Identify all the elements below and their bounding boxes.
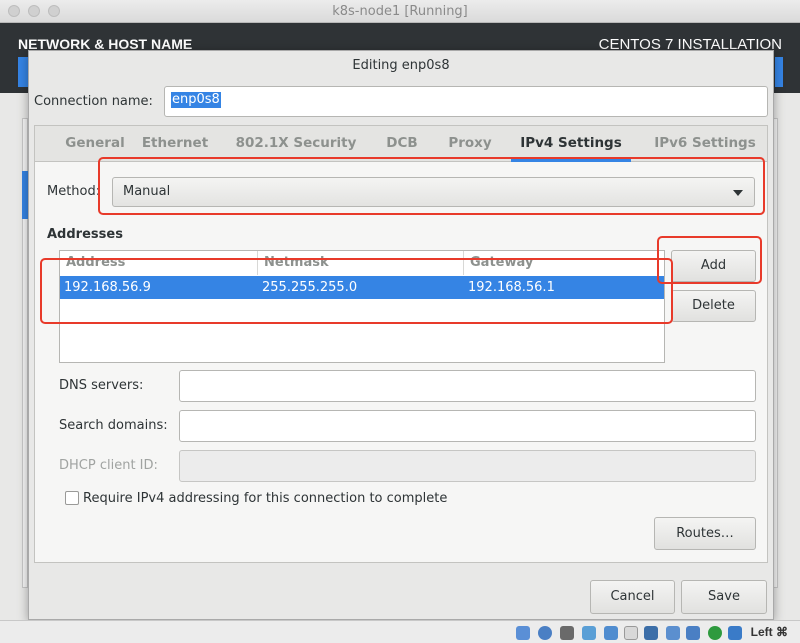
tab-proxy[interactable]: Proxy xyxy=(441,126,499,162)
dns-servers-input[interactable] xyxy=(179,370,756,402)
connection-name-input[interactable]: enp0s8 xyxy=(164,86,768,117)
column-header-gateway[interactable]: Gateway xyxy=(464,251,664,275)
cancel-button[interactable]: Cancel xyxy=(590,580,675,614)
virtualization-icon[interactable] xyxy=(686,626,700,640)
shared-folders-icon[interactable] xyxy=(624,626,638,640)
host-key-label: Left ⌘ xyxy=(750,625,788,639)
add-address-button[interactable]: Add xyxy=(671,250,756,282)
require-ipv4-checkbox[interactable] xyxy=(65,491,79,505)
installer-accent-partial xyxy=(775,57,783,87)
hard-disk-icon[interactable] xyxy=(516,626,530,640)
window-title: k8s-node1 [Running] xyxy=(332,4,468,19)
search-domains-label: Search domains: xyxy=(59,418,168,433)
search-domains-input[interactable] xyxy=(179,410,756,442)
tab-bar: General Ethernet 802.1X Security DCB Pro… xyxy=(35,126,767,162)
vm-status-bar: Left ⌘ xyxy=(0,620,800,643)
window-titlebar: k8s-node1 [Running] xyxy=(0,0,800,23)
video-capture-icon[interactable] xyxy=(666,626,680,640)
column-header-netmask[interactable]: Netmask xyxy=(258,251,464,275)
connection-name-value: enp0s8 xyxy=(171,92,221,108)
chevron-down-icon xyxy=(733,190,743,196)
addresses-heading: Addresses xyxy=(47,227,123,242)
tab-ipv4-settings[interactable]: IPv4 Settings xyxy=(511,126,631,162)
address-cell[interactable]: 192.168.56.9 xyxy=(60,276,151,299)
netmask-cell[interactable]: 255.255.255.0 xyxy=(258,276,357,299)
method-value: Manual xyxy=(123,184,171,199)
delete-address-button[interactable]: Delete xyxy=(671,290,756,322)
display-icon[interactable] xyxy=(644,626,658,640)
tab-dcb[interactable]: DCB xyxy=(378,126,426,162)
connection-name-label: Connection name: xyxy=(34,94,153,109)
dhcp-client-id-label: DHCP client ID: xyxy=(59,458,158,473)
dialog-title: Editing enp0s8 xyxy=(352,58,450,73)
dns-servers-label: DNS servers: xyxy=(59,378,144,393)
method-dropdown[interactable]: Manual xyxy=(112,177,755,207)
settings-notebook: General Ethernet 802.1X Security DCB Pro… xyxy=(34,125,768,563)
dhcp-client-id-input xyxy=(179,450,756,482)
gateway-cell[interactable]: 192.168.56.1 xyxy=(464,276,555,299)
edit-connection-dialog: Editing enp0s8 Connection name: enp0s8 G… xyxy=(28,50,774,620)
require-ipv4-label[interactable]: Require IPv4 addressing for this connect… xyxy=(83,491,447,506)
tab-ipv6-settings[interactable]: IPv6 Settings xyxy=(645,126,765,162)
optical-drive-icon[interactable] xyxy=(538,626,552,640)
routes-button[interactable]: Routes… xyxy=(654,517,756,550)
usb-icon[interactable] xyxy=(604,626,618,640)
column-header-address[interactable]: Address xyxy=(60,251,258,275)
tab-general[interactable]: General xyxy=(49,126,141,162)
audio-icon[interactable] xyxy=(560,626,574,640)
table-row[interactable]: 192.168.56.9 255.255.255.0 192.168.56.1 xyxy=(60,276,664,299)
addresses-table[interactable]: Address Netmask Gateway 192.168.56.9 255… xyxy=(59,250,665,363)
keyboard-capture-icon[interactable] xyxy=(728,626,742,640)
mouse-integration-icon[interactable] xyxy=(708,626,722,640)
tab-ethernet[interactable]: Ethernet xyxy=(139,126,211,162)
method-label: Method: xyxy=(47,184,101,199)
save-button[interactable]: Save xyxy=(681,580,767,614)
tab-8021x-security[interactable]: 802.1X Security xyxy=(231,126,361,162)
network-icon[interactable] xyxy=(582,626,596,640)
